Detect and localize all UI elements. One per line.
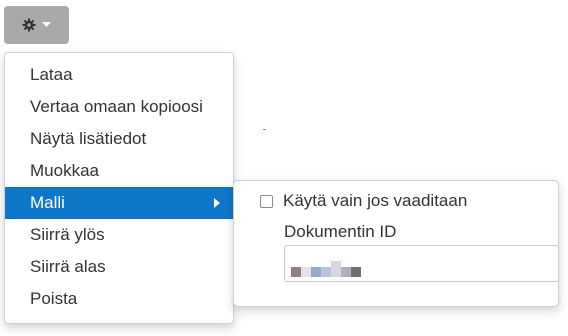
required-only-label: Käytä vain jos vaaditaan xyxy=(283,191,468,210)
menu-item-siirra-ylos[interactable]: Siirrä ylös xyxy=(5,219,233,251)
menu-item-poista[interactable]: Poista xyxy=(5,283,233,315)
menu-item-lataa[interactable]: Lataa xyxy=(5,59,233,91)
required-only-checkbox[interactable] xyxy=(260,194,273,208)
document-id-input[interactable] xyxy=(284,245,559,282)
menu-item-label: Muokkaa xyxy=(30,161,99,180)
menu-item-label: Näytä lisätiedot xyxy=(30,129,147,148)
menu-item-muokkaa[interactable]: Muokkaa xyxy=(5,155,233,187)
menu-item-label: Malli xyxy=(30,193,65,212)
page: Lataa Vertaa omaan kopioosi Näytä lisäti… xyxy=(0,0,568,336)
menu-item-label: Lataa xyxy=(30,65,73,84)
menu-item-label: Siirrä ylös xyxy=(30,225,105,244)
caret-down-icon xyxy=(42,22,51,28)
document-id-label: Dokumentin ID xyxy=(284,222,397,241)
menu-item-label: Vertaa omaan kopioosi xyxy=(30,97,203,116)
redacted-value xyxy=(291,261,361,277)
template-submenu: Käytä vain jos vaaditaan Dokumentin ID xyxy=(233,180,559,307)
gear-icon xyxy=(22,18,36,32)
menu-item-label: Siirrä alas xyxy=(30,257,106,276)
menu-item-malli[interactable]: Malli xyxy=(5,187,233,219)
settings-dropdown-button[interactable] xyxy=(4,6,69,44)
caret-right-icon xyxy=(214,198,220,208)
dropdown-menu: Lataa Vertaa omaan kopioosi Näytä lisäti… xyxy=(4,52,234,324)
menu-item-nayta-lisatiedot[interactable]: Näytä lisätiedot xyxy=(5,123,233,155)
background-fragment xyxy=(263,129,266,130)
menu-item-vertaa[interactable]: Vertaa omaan kopioosi xyxy=(5,91,233,123)
menu-item-siirra-alas[interactable]: Siirrä alas xyxy=(5,251,233,283)
menu-item-label: Poista xyxy=(30,289,78,308)
required-only-option[interactable]: Käytä vain jos vaaditaan xyxy=(260,191,467,211)
